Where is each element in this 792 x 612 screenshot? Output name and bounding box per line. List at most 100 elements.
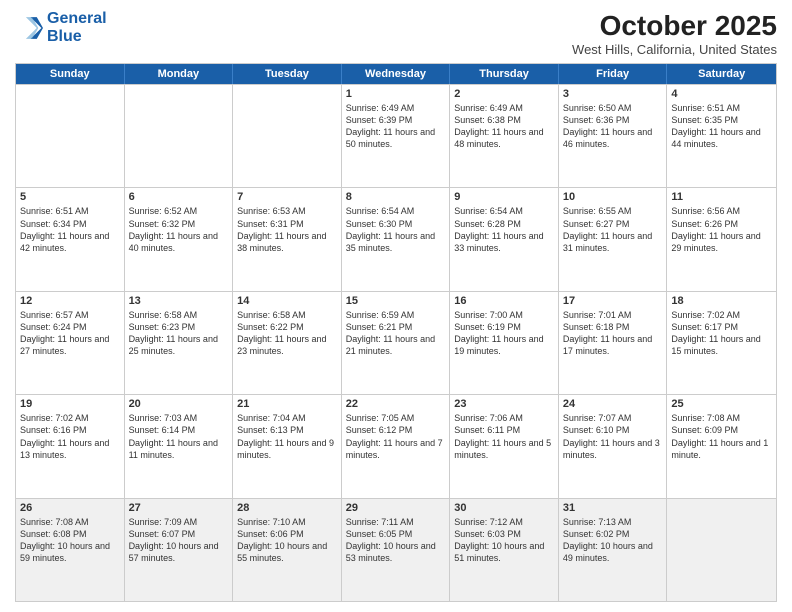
cell-detail: Sunrise: 7:02 AM Sunset: 6:17 PM Dayligh… bbox=[671, 309, 772, 358]
logo: General Blue bbox=[15, 10, 107, 45]
day-number: 1 bbox=[346, 88, 446, 100]
cal-cell: 20 Sunrise: 7:03 AM Sunset: 6:14 PM Dayli… bbox=[125, 395, 234, 497]
cell-detail: Sunrise: 7:03 AM Sunset: 6:14 PM Dayligh… bbox=[129, 412, 229, 461]
day-number: 28 bbox=[237, 502, 337, 514]
cell-detail: Sunrise: 6:57 AM Sunset: 6:24 PM Dayligh… bbox=[20, 309, 120, 358]
cell-detail: Sunrise: 7:10 AM Sunset: 6:06 PM Dayligh… bbox=[237, 516, 337, 565]
cell-detail: Sunrise: 7:07 AM Sunset: 6:10 PM Dayligh… bbox=[563, 412, 663, 461]
page: General Blue October 2025 West Hills, Ca… bbox=[0, 0, 792, 612]
cal-cell: 23 Sunrise: 7:06 AM Sunset: 6:11 PM Dayli… bbox=[450, 395, 559, 497]
logo-line1: General bbox=[47, 10, 107, 27]
day-number: 14 bbox=[237, 295, 337, 307]
cell-detail: Sunrise: 6:54 AM Sunset: 6:30 PM Dayligh… bbox=[346, 205, 446, 254]
day-number: 4 bbox=[671, 88, 772, 100]
cal-cell: 22 Sunrise: 7:05 AM Sunset: 6:12 PM Dayli… bbox=[342, 395, 451, 497]
calendar: SundayMondayTuesdayWednesdayThursdayFrid… bbox=[15, 63, 777, 602]
cell-detail: Sunrise: 7:13 AM Sunset: 6:02 PM Dayligh… bbox=[563, 516, 663, 565]
day-number: 27 bbox=[129, 502, 229, 514]
cell-detail: Sunrise: 6:52 AM Sunset: 6:32 PM Dayligh… bbox=[129, 205, 229, 254]
cell-detail: Sunrise: 7:02 AM Sunset: 6:16 PM Dayligh… bbox=[20, 412, 120, 461]
header-day-monday: Monday bbox=[125, 64, 234, 84]
day-number: 2 bbox=[454, 88, 554, 100]
calendar-body: 1 Sunrise: 6:49 AM Sunset: 6:39 PM Daylig… bbox=[16, 84, 776, 601]
cell-detail: Sunrise: 7:01 AM Sunset: 6:18 PM Dayligh… bbox=[563, 309, 663, 358]
day-number: 7 bbox=[237, 191, 337, 203]
cell-detail: Sunrise: 6:51 AM Sunset: 6:34 PM Dayligh… bbox=[20, 205, 120, 254]
cal-cell: 9Sunrise: 6:54 AM Sunset: 6:28 PM Daylig… bbox=[450, 188, 559, 290]
cal-cell: 14 Sunrise: 6:58 AM Sunset: 6:22 PM Dayli… bbox=[233, 292, 342, 394]
cal-cell: 18Sunrise: 7:02 AM Sunset: 6:17 PM Dayli… bbox=[667, 292, 776, 394]
cal-cell: 8 Sunrise: 6:54 AM Sunset: 6:30 PM Daylig… bbox=[342, 188, 451, 290]
calendar-row-3: 19Sunrise: 7:02 AM Sunset: 6:16 PM Dayli… bbox=[16, 394, 776, 497]
header-day-thursday: Thursday bbox=[450, 64, 559, 84]
cell-detail: Sunrise: 7:00 AM Sunset: 6:19 PM Dayligh… bbox=[454, 309, 554, 358]
cell-detail: Sunrise: 7:12 AM Sunset: 6:03 PM Dayligh… bbox=[454, 516, 554, 565]
cal-cell: 11Sunrise: 6:56 AM Sunset: 6:26 PM Dayli… bbox=[667, 188, 776, 290]
cell-detail: Sunrise: 7:08 AM Sunset: 6:09 PM Dayligh… bbox=[671, 412, 772, 461]
cal-cell: 16 Sunrise: 7:00 AM Sunset: 6:19 PM Dayli… bbox=[450, 292, 559, 394]
day-number: 15 bbox=[346, 295, 446, 307]
logo-icon bbox=[15, 14, 43, 42]
cell-detail: Sunrise: 6:53 AM Sunset: 6:31 PM Dayligh… bbox=[237, 205, 337, 254]
day-number: 23 bbox=[454, 398, 554, 410]
cal-cell: 3Sunrise: 6:50 AM Sunset: 6:36 PM Daylig… bbox=[559, 85, 668, 187]
cal-cell: 21Sunrise: 7:04 AM Sunset: 6:13 PM Dayli… bbox=[233, 395, 342, 497]
cal-cell: 5Sunrise: 6:51 AM Sunset: 6:34 PM Daylig… bbox=[16, 188, 125, 290]
cal-cell: 12 Sunrise: 6:57 AM Sunset: 6:24 PM Dayli… bbox=[16, 292, 125, 394]
cal-cell: 17 Sunrise: 7:01 AM Sunset: 6:18 PM Dayli… bbox=[559, 292, 668, 394]
cal-cell: 26 Sunrise: 7:08 AM Sunset: 6:08 PM Dayli… bbox=[16, 499, 125, 601]
cal-cell: 28 Sunrise: 7:10 AM Sunset: 6:06 PM Dayli… bbox=[233, 499, 342, 601]
header-day-wednesday: Wednesday bbox=[342, 64, 451, 84]
header-day-saturday: Saturday bbox=[667, 64, 776, 84]
month-title: October 2025 bbox=[572, 10, 777, 42]
day-number: 21 bbox=[237, 398, 337, 410]
cell-detail: Sunrise: 6:59 AM Sunset: 6:21 PM Dayligh… bbox=[346, 309, 446, 358]
cal-cell: 1 Sunrise: 6:49 AM Sunset: 6:39 PM Daylig… bbox=[342, 85, 451, 187]
day-number: 22 bbox=[346, 398, 446, 410]
cell-detail: Sunrise: 7:11 AM Sunset: 6:05 PM Dayligh… bbox=[346, 516, 446, 565]
calendar-row-1: 5Sunrise: 6:51 AM Sunset: 6:34 PM Daylig… bbox=[16, 187, 776, 290]
calendar-row-2: 12 Sunrise: 6:57 AM Sunset: 6:24 PM Dayli… bbox=[16, 291, 776, 394]
title-block: October 2025 West Hills, California, Uni… bbox=[572, 10, 777, 57]
cell-detail: Sunrise: 6:58 AM Sunset: 6:22 PM Dayligh… bbox=[237, 309, 337, 358]
day-number: 17 bbox=[563, 295, 663, 307]
day-number: 24 bbox=[563, 398, 663, 410]
day-number: 16 bbox=[454, 295, 554, 307]
day-number: 25 bbox=[671, 398, 772, 410]
cal-cell: 13Sunrise: 6:58 AM Sunset: 6:23 PM Dayli… bbox=[125, 292, 234, 394]
day-number: 30 bbox=[454, 502, 554, 514]
day-number: 8 bbox=[346, 191, 446, 203]
cal-cell bbox=[16, 85, 125, 187]
day-number: 13 bbox=[129, 295, 229, 307]
calendar-row-0: 1 Sunrise: 6:49 AM Sunset: 6:39 PM Daylig… bbox=[16, 84, 776, 187]
header-day-sunday: Sunday bbox=[16, 64, 125, 84]
cal-cell bbox=[667, 499, 776, 601]
header-day-friday: Friday bbox=[559, 64, 668, 84]
header-day-tuesday: Tuesday bbox=[233, 64, 342, 84]
cal-cell: 30 Sunrise: 7:12 AM Sunset: 6:03 PM Dayli… bbox=[450, 499, 559, 601]
cell-detail: Sunrise: 6:51 AM Sunset: 6:35 PM Dayligh… bbox=[671, 102, 772, 151]
cell-detail: Sunrise: 6:50 AM Sunset: 6:36 PM Dayligh… bbox=[563, 102, 663, 151]
cell-detail: Sunrise: 7:08 AM Sunset: 6:08 PM Dayligh… bbox=[20, 516, 120, 565]
logo-text: General Blue bbox=[47, 10, 107, 45]
cal-cell: 15 Sunrise: 6:59 AM Sunset: 6:21 PM Dayli… bbox=[342, 292, 451, 394]
cal-cell: 2Sunrise: 6:49 AM Sunset: 6:38 PM Daylig… bbox=[450, 85, 559, 187]
day-number: 29 bbox=[346, 502, 446, 514]
cell-detail: Sunrise: 6:49 AM Sunset: 6:39 PM Dayligh… bbox=[346, 102, 446, 151]
day-number: 12 bbox=[20, 295, 120, 307]
cal-cell: 31 Sunrise: 7:13 AM Sunset: 6:02 PM Dayli… bbox=[559, 499, 668, 601]
cell-detail: Sunrise: 7:06 AM Sunset: 6:11 PM Dayligh… bbox=[454, 412, 554, 461]
day-number: 26 bbox=[20, 502, 120, 514]
cal-cell: 19Sunrise: 7:02 AM Sunset: 6:16 PM Dayli… bbox=[16, 395, 125, 497]
header: General Blue October 2025 West Hills, Ca… bbox=[15, 10, 777, 57]
day-number: 10 bbox=[563, 191, 663, 203]
cell-detail: Sunrise: 7:09 AM Sunset: 6:07 PM Dayligh… bbox=[129, 516, 229, 565]
cell-detail: Sunrise: 7:05 AM Sunset: 6:12 PM Dayligh… bbox=[346, 412, 446, 461]
cal-cell: 29 Sunrise: 7:11 AM Sunset: 6:05 PM Dayli… bbox=[342, 499, 451, 601]
cal-cell: 27 Sunrise: 7:09 AM Sunset: 6:07 PM Dayli… bbox=[125, 499, 234, 601]
day-number: 20 bbox=[129, 398, 229, 410]
cell-detail: Sunrise: 6:56 AM Sunset: 6:26 PM Dayligh… bbox=[671, 205, 772, 254]
day-number: 31 bbox=[563, 502, 663, 514]
cell-detail: Sunrise: 6:55 AM Sunset: 6:27 PM Dayligh… bbox=[563, 205, 663, 254]
cal-cell: 25 Sunrise: 7:08 AM Sunset: 6:09 PM Dayli… bbox=[667, 395, 776, 497]
